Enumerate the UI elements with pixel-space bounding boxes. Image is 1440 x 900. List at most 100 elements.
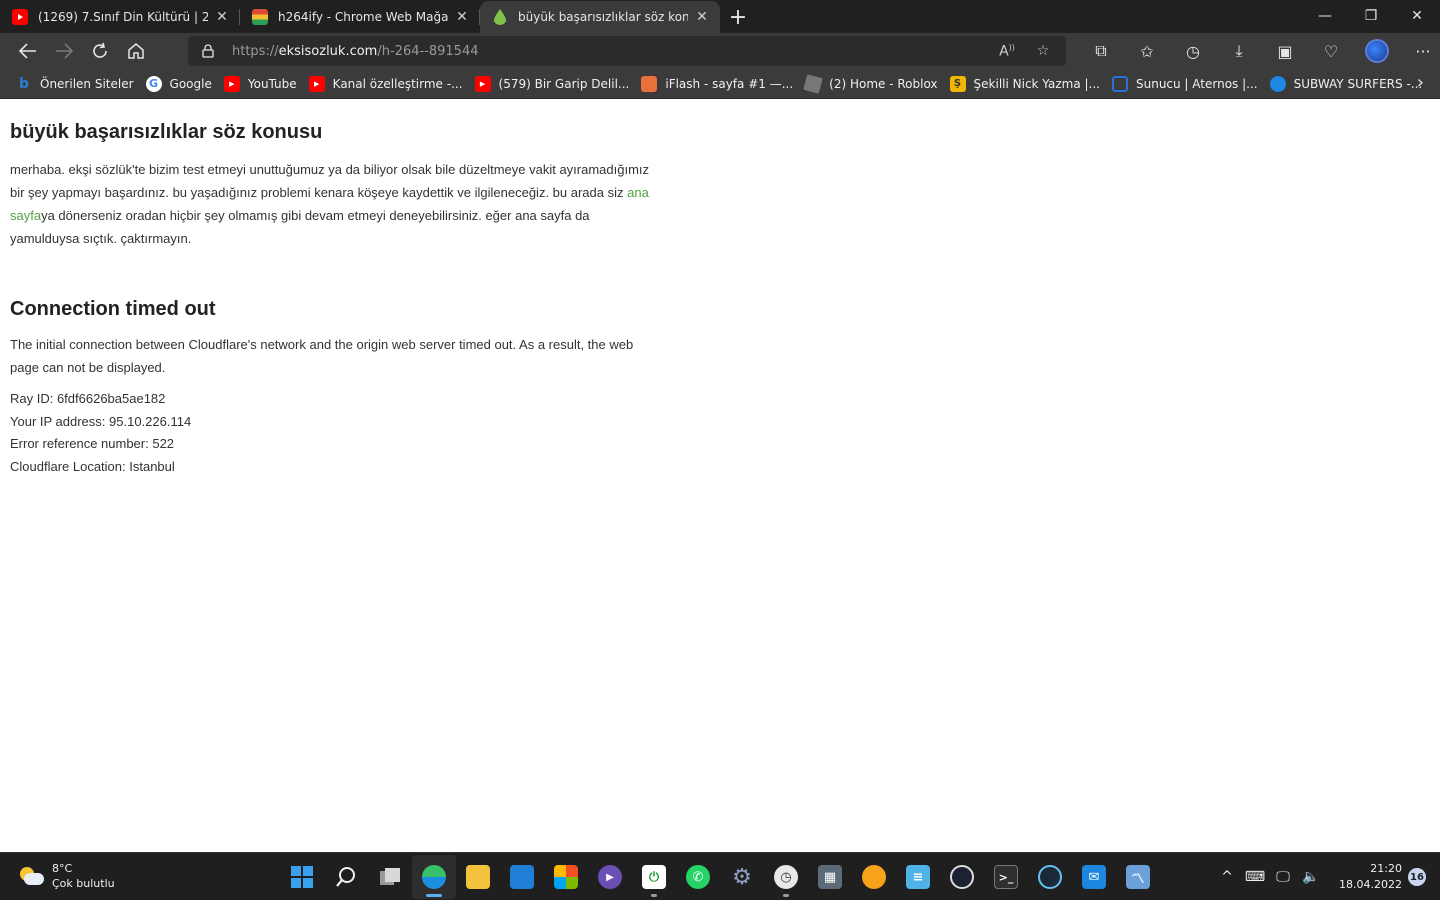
taskbar-settings[interactable]: ⚙ — [720, 855, 764, 899]
message-text: ya dönerseniz oradan hiçbir şey olmamış … — [10, 208, 590, 246]
tab-title: (1269) 7.Sınıf Din Kültürü | 2.Dön — [38, 10, 208, 24]
task-view-icon — [380, 868, 400, 885]
close-window-button[interactable]: ✕ — [1394, 0, 1440, 32]
running-indicator — [651, 894, 657, 897]
taskbar-apps: ▶ ⏻ ✆ ⚙ ◷ ▦ ≡ >_ ✉ 〽 — [280, 853, 1160, 900]
bookmark-aternos[interactable]: Sunucu | Aternos |... — [1110, 71, 1266, 97]
task-view-button[interactable] — [368, 855, 412, 899]
chevron-up-icon[interactable]: ^ — [1213, 869, 1241, 885]
weather-desc: Çok bulutlu — [52, 877, 115, 890]
taskbar-store[interactable] — [544, 855, 588, 899]
forward-button[interactable] — [46, 35, 82, 67]
lock-icon[interactable] — [202, 44, 218, 58]
weather-widget[interactable]: 8°C Çok bulutlu — [18, 861, 115, 891]
puzzle-icon: ⧉ — [1095, 41, 1107, 60]
bookmark-label: iFlash - sayfa #1 —... — [665, 76, 794, 91]
ray-id: Ray ID: 6fdf6626ba5ae182 — [10, 391, 166, 406]
eksi-sozluk-drop-icon — [492, 9, 508, 25]
page-title: büyük başarısızlıklar söz konusu — [10, 121, 323, 143]
youtube-icon: ▶ — [474, 75, 491, 92]
steam-icon — [1038, 865, 1062, 889]
taskbar-app-blue[interactable] — [500, 855, 544, 899]
taskbar-mail[interactable]: ✉ — [1072, 855, 1116, 899]
search-icon — [336, 867, 355, 887]
clock[interactable]: 21:20 18.04.2022 — [1339, 861, 1402, 893]
taskbar-media-player[interactable]: ▶ — [588, 855, 632, 899]
bookmark-kanal[interactable]: ▶ Kanal özelleştirme -... — [307, 71, 471, 97]
bookmark-onerilen-siteler[interactable]: b Önerilen Siteler — [14, 71, 142, 97]
performance-button[interactable]: ♡ — [1308, 35, 1354, 67]
downloads-button[interactable]: ⤓ — [1216, 35, 1262, 67]
bookmark-label: (2) Home - Roblox — [829, 76, 938, 91]
extensions-button[interactable]: ⧉ — [1078, 35, 1124, 67]
iflash-icon — [641, 75, 658, 92]
network-icon[interactable]: 🖵 — [1269, 869, 1297, 885]
search-button[interactable] — [324, 855, 368, 899]
url-scheme: https:// — [232, 43, 279, 59]
terminal-icon: >_ — [994, 865, 1018, 889]
error-details: Ray ID: 6fdf6626ba5ae182 Your IP address… — [10, 388, 660, 479]
collections-button[interactable]: ▣ — [1262, 35, 1308, 67]
aternos-icon — [1111, 75, 1128, 92]
taskbar: 8°C Çok bulutlu ▶ ⏻ ✆ ⚙ ◷ ▦ ≡ >_ ✉ 〽 ^ ⌨… — [0, 852, 1440, 900]
notification-badge[interactable]: 16 — [1408, 868, 1426, 886]
close-tab-icon[interactable]: ✕ — [454, 9, 470, 25]
history-button[interactable]: ◷ — [1170, 35, 1216, 67]
bookmark-youtube[interactable]: ▶ YouTube — [222, 71, 305, 97]
keyboard-icon[interactable]: ⌨ — [1241, 869, 1269, 885]
taskbar-notepad[interactable]: ≡ — [896, 855, 940, 899]
restore-button[interactable]: ❐ — [1348, 0, 1394, 32]
taskbar-edge[interactable] — [412, 855, 456, 899]
taskbar-weather[interactable] — [852, 855, 896, 899]
youtube-icon: ▶ — [308, 75, 325, 92]
gear-icon: ⚙ — [732, 864, 752, 890]
history-icon: ◷ — [1186, 41, 1200, 61]
read-aloud-icon[interactable]: A)) — [992, 43, 1022, 60]
bing-icon: b — [18, 75, 30, 92]
settings-menu-button[interactable]: ··· — [1400, 35, 1440, 67]
clock-icon: ◷ — [774, 865, 798, 889]
taskbar-clock-app[interactable]: ◷ — [764, 855, 808, 899]
refresh-button[interactable] — [82, 35, 118, 67]
edge-icon — [422, 865, 446, 889]
taskbar-speedtest[interactable] — [940, 855, 984, 899]
bookmark-bir-garip[interactable]: ▶ (579) Bir Garip Delil... — [473, 71, 638, 97]
taskbar-terminal[interactable]: >_ — [984, 855, 1028, 899]
home-button[interactable] — [118, 35, 154, 67]
error-content: büyük başarısızlıklar söz konusu merhaba… — [10, 100, 660, 479]
taskbar-file-explorer[interactable] — [456, 855, 500, 899]
toolbar-right: ⧉ ✩ ◷ ⤓ ▣ ♡ ··· — [1078, 33, 1440, 69]
weather-temp: 8°C — [52, 862, 73, 875]
error-message: merhaba. ekşi sözlük'te bizim test etmey… — [10, 158, 660, 250]
bookmark-google[interactable]: G Google — [144, 71, 220, 97]
profile-avatar[interactable] — [1365, 39, 1389, 63]
url-text[interactable]: https://eksisozluk.com/h-264--891544 — [232, 44, 479, 59]
tab-eksisozluk[interactable]: büyük başarısızlıklar söz konusu ✕ — [480, 1, 720, 33]
bookmarks-bar: b Önerilen Siteler G Google ▶ YouTube ▶ … — [0, 69, 1440, 99]
close-tab-icon[interactable]: ✕ — [214, 9, 230, 25]
minimize-button[interactable]: — — [1302, 0, 1348, 32]
taskbar-steam[interactable] — [1028, 855, 1072, 899]
taskbar-whatsapp[interactable]: ✆ — [676, 855, 720, 899]
volume-icon[interactable]: 🔈 — [1297, 869, 1325, 885]
taskbar-resource-monitor[interactable]: 〽 — [1116, 855, 1160, 899]
favorites-button[interactable]: ✩ — [1124, 35, 1170, 67]
tab-youtube[interactable]: (1269) 7.Sınıf Din Kültürü | 2.Dön ✕ — [0, 1, 240, 33]
bookmark-sekilli-nick[interactable]: Ş Şekilli Nick Yazma |... — [948, 71, 1108, 97]
bookmark-roblox[interactable]: (2) Home - Roblox — [803, 71, 945, 97]
start-button[interactable] — [280, 855, 324, 899]
new-tab-button[interactable]: + — [722, 1, 754, 33]
taskbar-calculator[interactable]: ▦ — [808, 855, 852, 899]
address-bar[interactable]: https://eksisozluk.com/h-264--891544 A))… — [188, 36, 1066, 66]
taskbar-power-app[interactable]: ⏻ — [632, 855, 676, 899]
bookmark-iflash[interactable]: iFlash - sayfa #1 —... — [639, 71, 801, 97]
tab-chrome-web-store[interactable]: h264ify - Chrome Web Mağazası ✕ — [240, 1, 480, 33]
add-favorite-icon[interactable]: ☆ — [1028, 43, 1058, 59]
back-button[interactable] — [10, 35, 46, 67]
bookmark-subway-surfers[interactable]: SUBWAY SURFERS -... — [1268, 71, 1431, 97]
back-arrow-icon — [19, 43, 36, 59]
chevron-right-icon[interactable]: › — [1417, 72, 1424, 93]
close-tab-icon[interactable]: ✕ — [694, 9, 710, 25]
bookmark-label: YouTube — [247, 76, 297, 91]
roblox-icon — [803, 73, 823, 94]
